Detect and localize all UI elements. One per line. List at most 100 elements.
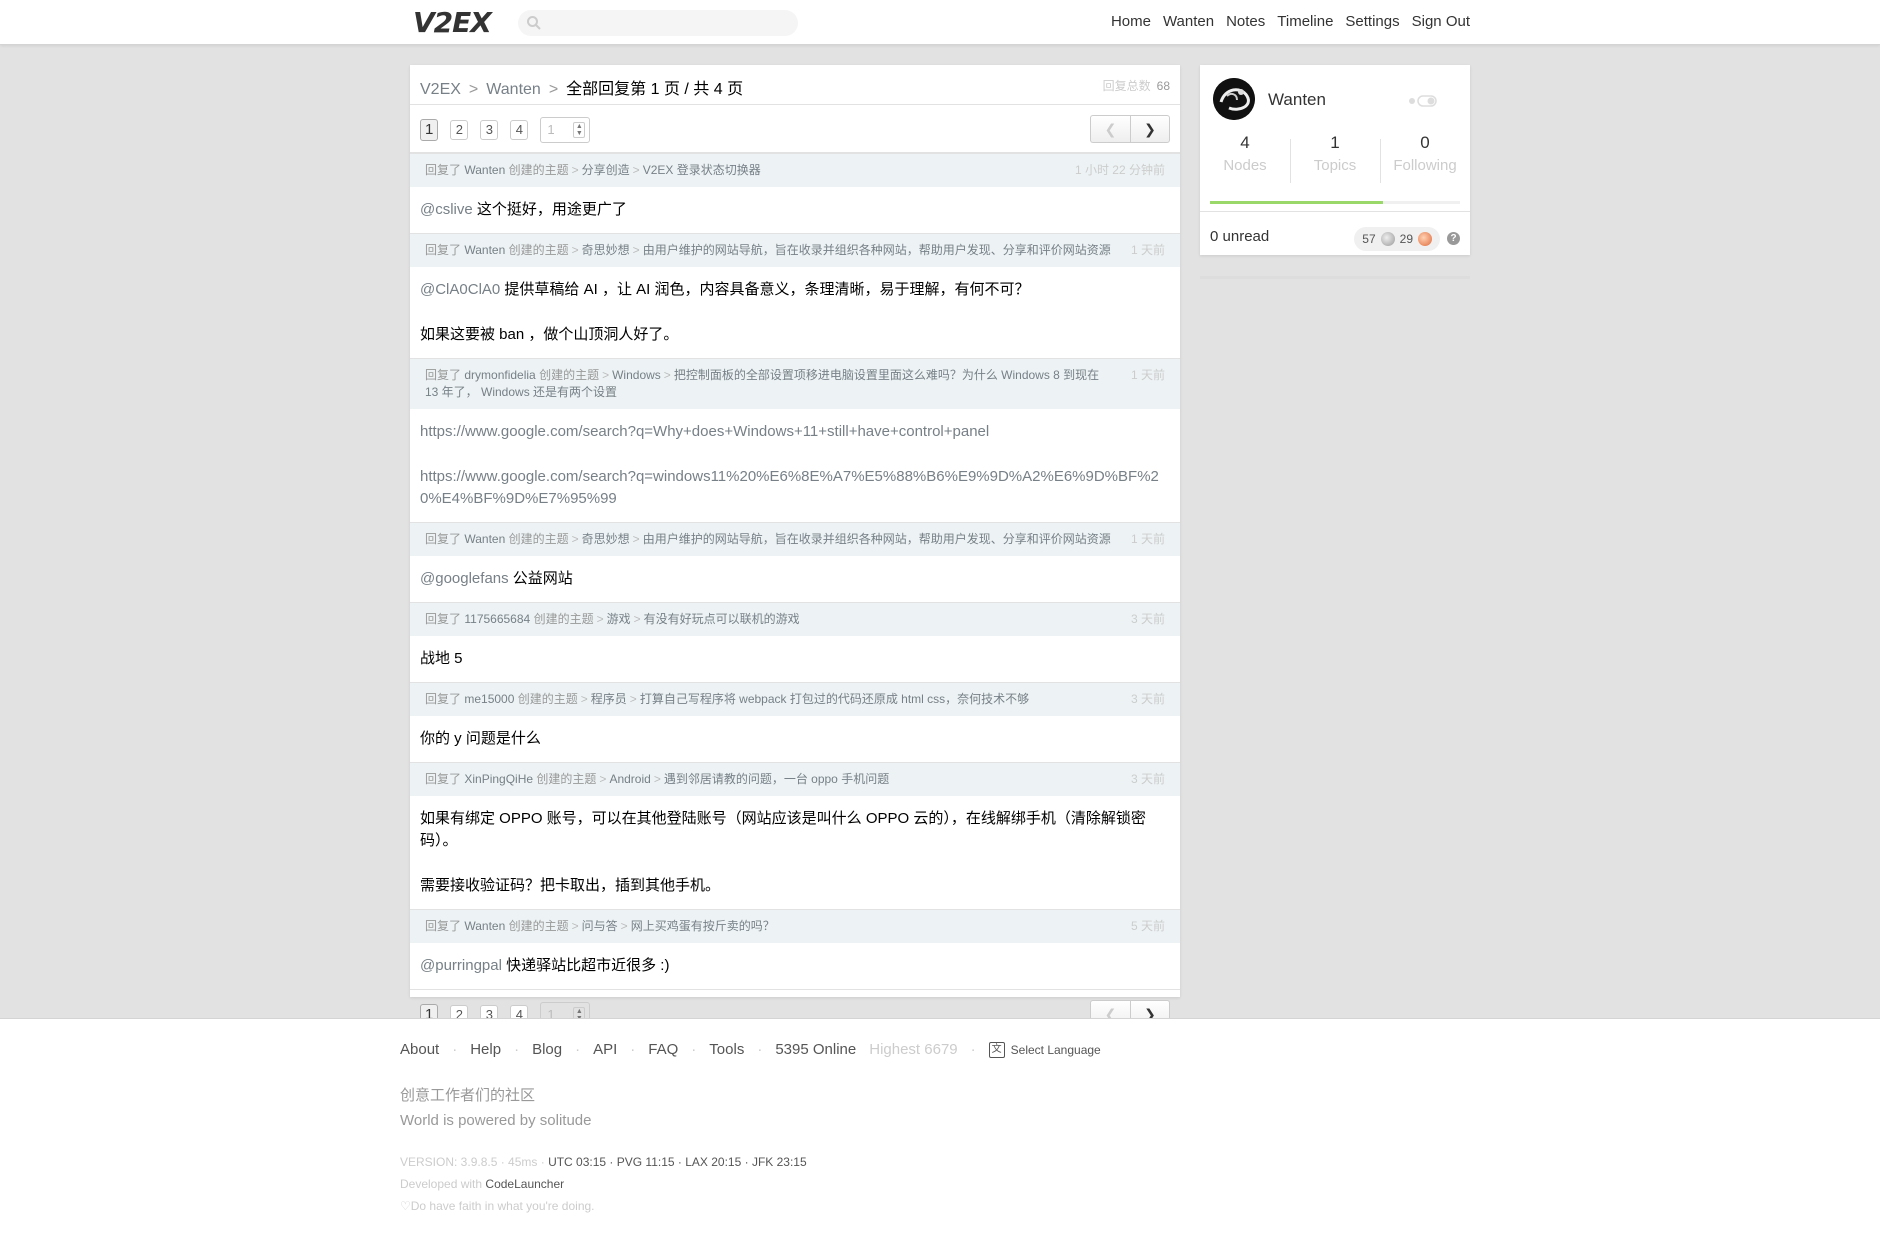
reply-header: 回复了 drymonfidelia 创建的主题 > Windows > 把控制面板的全部… xyxy=(410,358,1180,409)
topic-title[interactable]: 遇到邻居请教的问题，一台 oppo 手机问题 xyxy=(664,772,889,786)
nav-profile[interactable]: Wanten xyxy=(1163,13,1214,30)
nav-settings[interactable]: Settings xyxy=(1345,13,1399,30)
separator: > xyxy=(629,692,637,706)
footer-slogan: 创意工作者们的社区 World is powered by solitude xyxy=(400,1083,591,1133)
topic-node[interactable]: 分享创造 xyxy=(582,163,630,177)
avatar[interactable] xyxy=(1213,78,1255,120)
avatar-image xyxy=(1213,78,1255,120)
prev-page-button[interactable]: ❮ xyxy=(1090,115,1130,143)
nav-home[interactable]: Home xyxy=(1111,13,1151,30)
stat-topics[interactable]: 1 Topics xyxy=(1290,131,1380,193)
topic-title[interactable]: 网上买鸡蛋有按斤卖的吗？ xyxy=(631,919,775,933)
breadcrumb: V2EX > Wanten > 全部回复第 1 页 / 共 4 页 回复总数 68 xyxy=(410,65,1180,105)
topic-node[interactable]: Android xyxy=(609,772,650,786)
search-box[interactable] xyxy=(518,10,798,36)
separator: > xyxy=(580,692,588,706)
footer-faq[interactable]: FAQ xyxy=(648,1041,678,1058)
footer-api[interactable]: API xyxy=(593,1041,617,1058)
stat-nodes[interactable]: 4 Nodes xyxy=(1200,131,1290,193)
separator: > xyxy=(571,532,579,546)
nav-notes[interactable]: Notes xyxy=(1226,13,1265,30)
balance-badge[interactable]: 57 29 xyxy=(1354,227,1440,251)
external-link[interactable]: https://www.google.com/search?q=windows1… xyxy=(420,468,1159,507)
topic-author[interactable]: me15000 xyxy=(464,692,514,706)
username-link[interactable]: Wanten xyxy=(1268,90,1326,110)
reply-text: 提供草稿给 AI ，让 AI 润色，内容具备意义，条理清晰，易于理解，有何不可？ xyxy=(500,281,1030,298)
topic-author[interactable]: XinPingQiHe xyxy=(464,772,533,786)
developed-label: Developed with xyxy=(400,1177,483,1191)
separator: · xyxy=(452,1041,458,1058)
mention-link[interactable]: @ClA0ClA0 xyxy=(420,281,500,298)
footer-links: About · Help · Blog · API · FAQ · Tools · 5395… xyxy=(400,1041,1101,1058)
topic-title[interactable]: 有没有好玩点可以联机的游戏 xyxy=(644,612,800,626)
footer-blog[interactable]: Blog xyxy=(532,1041,562,1058)
slogan-line: World is powered by solitude xyxy=(400,1112,592,1129)
version-info: VERSION: 3.9.8.5 · 45ms · xyxy=(400,1155,545,1169)
reply-header: 回复了 1175665684 创建的主题 > 游戏 > 有没有好玩点可以联机的游戏 3 … xyxy=(410,602,1180,636)
page-1[interactable]: 1 xyxy=(420,119,439,141)
external-link[interactable]: https://www.google.com/search?q=Why+does… xyxy=(420,423,989,440)
topic-author[interactable]: Wanten xyxy=(464,163,505,177)
topic-node[interactable]: Windows xyxy=(612,368,661,382)
codelauncher-link[interactable]: CodeLauncher xyxy=(485,1177,564,1191)
page-stepper-icon[interactable]: ▲▼ xyxy=(573,122,586,138)
help-icon[interactable]: ? xyxy=(1447,232,1460,245)
reply-time: 3 天前 xyxy=(1130,612,1165,626)
topic-author[interactable]: 1175665684 xyxy=(464,612,530,626)
footer-tools[interactable]: Tools xyxy=(709,1041,744,1058)
language-selector[interactable]: 文 Select Language xyxy=(988,1041,1101,1058)
top-nav: Home Wanten Notes Timeline Settings Sign… xyxy=(1111,13,1470,30)
page-jump-input[interactable]: 1 ▲▼ xyxy=(540,117,591,143)
topic-author[interactable]: Wanten xyxy=(464,532,505,546)
footer-help[interactable]: Help xyxy=(470,1041,501,1058)
topic-node[interactable]: 游戏 xyxy=(607,612,631,626)
mention-link[interactable]: @googlefans xyxy=(420,570,509,587)
breadcrumb-root[interactable]: V2EX xyxy=(420,81,461,98)
theme-toggle-icon[interactable] xyxy=(1408,93,1448,109)
topic-node[interactable]: 奇思妙想 xyxy=(582,532,630,546)
page-3[interactable]: 3 xyxy=(480,120,499,140)
mention-link[interactable]: @cslive xyxy=(420,201,473,218)
page-4[interactable]: 4 xyxy=(510,120,529,140)
topic-node[interactable]: 奇思妙想 xyxy=(582,243,630,257)
separator: > xyxy=(633,612,641,626)
v2ex-logo[interactable]: V2EX xyxy=(413,6,492,39)
separator: · xyxy=(970,1041,976,1058)
unread-notifications[interactable]: 0 unread xyxy=(1210,228,1269,245)
breadcrumb-separator: > xyxy=(548,81,559,98)
footer-motto: ♡Do have faith in what you're doing. xyxy=(400,1199,595,1213)
search-input[interactable] xyxy=(548,13,788,33)
stat-following[interactable]: 0 Following xyxy=(1380,131,1470,193)
reply-prefix: 回复了 xyxy=(425,919,462,933)
separator: > xyxy=(663,368,671,382)
reply-content: @googlefans 公益网站 xyxy=(410,556,1180,602)
footer-about[interactable]: About xyxy=(400,1041,439,1058)
separator: > xyxy=(571,163,579,177)
separator: > xyxy=(620,919,628,933)
topic-author[interactable]: drymonfidelia xyxy=(464,368,535,382)
next-page-button[interactable]: ❯ xyxy=(1130,115,1170,143)
reply-total-label: 回复总数 xyxy=(1102,79,1151,93)
reply-prefix: 回复了 xyxy=(425,368,462,382)
reply-time: 3 天前 xyxy=(1130,692,1165,706)
topic-title[interactable]: 由用户维护的网站导航，旨在收录并组织各种网站，帮助用户发现、分享和评价网站资源 xyxy=(643,243,1111,257)
slogan-line: 创意工作者们的社区 xyxy=(400,1087,536,1104)
nav-sign-out[interactable]: Sign Out xyxy=(1412,13,1470,30)
topic-node[interactable]: 问与答 xyxy=(582,919,618,933)
topic-author[interactable]: Wanten xyxy=(464,243,505,257)
topic-node[interactable]: 程序员 xyxy=(591,692,627,706)
user-stats: 4 Nodes 1 Topics 0 Following xyxy=(1200,131,1470,193)
topic-title[interactable]: V2EX 登录状态切换器 xyxy=(643,163,761,177)
topic-author[interactable]: Wanten xyxy=(464,919,505,933)
page-2[interactable]: 2 xyxy=(450,120,469,140)
silver-count: 57 xyxy=(1362,232,1376,246)
translate-icon: 文 xyxy=(988,1041,1005,1058)
reply-content: 战地 5 xyxy=(410,636,1180,682)
breadcrumb-user[interactable]: Wanten xyxy=(486,81,541,98)
topic-title[interactable]: 打算自己写程序将 webpack 打包过的代码还原成 html css，奈何技术… xyxy=(640,692,1029,706)
search-icon xyxy=(527,16,541,30)
reply-text: 你的 y 问题是什么 xyxy=(420,730,541,747)
topic-title[interactable]: 由用户维护的网站导航，旨在收录并组织各种网站，帮助用户发现、分享和评价网站资源 xyxy=(643,532,1111,546)
mention-link[interactable]: @purringpal xyxy=(420,957,502,974)
nav-timeline[interactable]: Timeline xyxy=(1277,13,1333,30)
